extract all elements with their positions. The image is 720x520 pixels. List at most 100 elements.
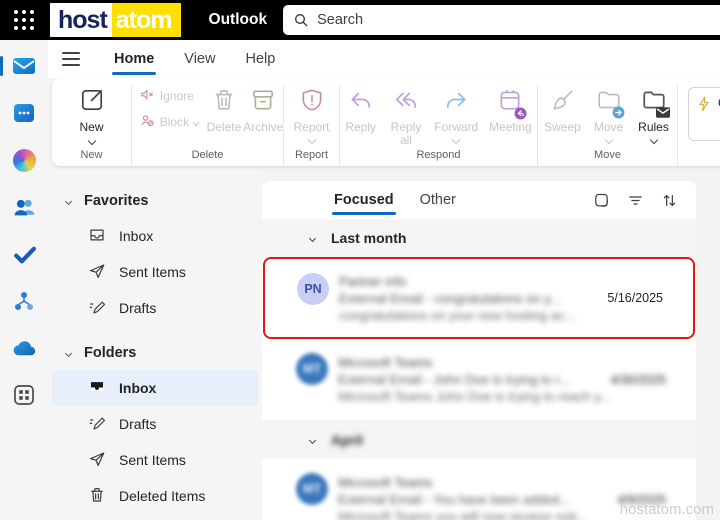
favorites-item-sent[interactable]: Sent Items	[52, 254, 258, 290]
trash-icon	[88, 486, 106, 507]
logo-host-text: host	[50, 3, 112, 37]
move-folder-icon	[596, 87, 624, 119]
email-preview: congratulations on your new hosting ac..…	[339, 307, 576, 323]
rail-todo-icon[interactable]	[0, 241, 48, 267]
rail-calendar-icon[interactable]	[0, 100, 48, 126]
avatar: PN	[297, 273, 329, 305]
group-header-april[interactable]: April	[262, 421, 696, 459]
sort-icon[interactable]	[661, 192, 678, 209]
favorites-item-inbox[interactable]: Inbox	[52, 218, 258, 254]
search-icon	[295, 14, 308, 27]
folder-item-sent[interactable]: Sent Items	[52, 442, 258, 478]
rail-mail-icon[interactable]	[0, 53, 48, 79]
move-button[interactable]: Move	[588, 85, 630, 149]
ignore-button[interactable]: Ignore	[140, 87, 199, 105]
report-button[interactable]: Report	[293, 85, 330, 149]
tab-view[interactable]: View	[182, 45, 217, 73]
report-dropdown-icon[interactable]	[307, 135, 316, 145]
avatar: MT	[296, 473, 328, 505]
ribbon-tab-row: Home View Help	[48, 40, 720, 78]
archive-button[interactable]: Archive	[243, 85, 283, 149]
email-row[interactable]: MT Microsoft Teams External Email - You …	[262, 459, 696, 520]
new-mail-button[interactable]: New	[79, 85, 105, 149]
reply-all-icon	[393, 87, 419, 118]
trash-icon	[211, 87, 237, 118]
tab-other[interactable]: Other	[420, 192, 456, 208]
forward-button[interactable]: Forward	[431, 85, 482, 149]
email-row[interactable]: MT Microsoft Teams External Email - John…	[262, 339, 696, 421]
rail-people-icon[interactable]	[0, 194, 48, 220]
app-title: Outlook	[208, 11, 268, 28]
move-dropdown-icon[interactable]	[604, 135, 613, 145]
lightning-icon	[697, 96, 711, 115]
send-icon	[88, 450, 106, 471]
search-input[interactable]	[317, 12, 518, 28]
reply-all-button[interactable]: Reply all	[383, 85, 428, 149]
folder-item-inbox[interactable]: Inbox	[52, 370, 258, 406]
chevron-down-icon	[308, 436, 317, 444]
meeting-button[interactable]: Meeting	[484, 85, 537, 149]
avatar: MT	[296, 353, 328, 385]
compose-icon	[79, 87, 105, 118]
filter-icon[interactable]	[627, 192, 644, 209]
favorites-header[interactable]: Favorites	[48, 184, 262, 218]
chevron-down-icon	[308, 234, 317, 242]
tab-focused[interactable]: Focused	[332, 192, 396, 215]
chevron-down-icon	[64, 197, 73, 205]
chevron-down-icon	[64, 349, 73, 357]
reply-button[interactable]: Reply	[340, 85, 381, 149]
email-subject: External Email - congratulations on y...	[339, 290, 561, 306]
rail-org-icon[interactable]	[0, 288, 48, 314]
folder-item-deleted[interactable]: Deleted Items	[52, 478, 258, 514]
group-label-respond: Respond	[416, 149, 461, 161]
block-button[interactable]: Block	[140, 113, 200, 131]
quick-steps-button[interactable]: Quick steps	[688, 87, 720, 141]
rules-dropdown-icon[interactable]	[649, 135, 658, 145]
sweep-button[interactable]: Sweep	[540, 85, 586, 149]
favorites-item-drafts[interactable]: Drafts	[52, 290, 258, 326]
new-dropdown-icon[interactable]	[87, 136, 96, 146]
rail-copilot-icon[interactable]	[0, 147, 48, 173]
tab-home[interactable]: Home	[112, 45, 157, 75]
ribbon-toolbar: New New Ignore Block Delete Archive Dele…	[48, 78, 720, 170]
tab-help[interactable]: Help	[243, 45, 277, 73]
inbox-icon	[88, 226, 106, 247]
app-rail	[0, 40, 48, 520]
forward-icon	[443, 87, 469, 118]
drafts-icon	[88, 414, 106, 435]
email-date: 4/30/2025	[610, 372, 666, 387]
ignore-icon	[140, 87, 155, 105]
search-bar[interactable]	[283, 5, 720, 35]
block-dropdown-icon[interactable]	[193, 118, 200, 126]
group-header-last-month[interactable]: Last month	[262, 219, 696, 257]
email-sender: Microsoft Teams	[338, 355, 433, 370]
forward-dropdown-icon[interactable]	[451, 135, 461, 145]
rules-button[interactable]: Rules	[632, 85, 676, 149]
hamburger-menu-icon[interactable]	[62, 52, 80, 66]
logo-atom-text: atom	[111, 3, 181, 37]
rail-more-apps-icon[interactable]	[0, 382, 48, 408]
group-label-report: Report	[294, 149, 329, 161]
block-icon	[140, 113, 155, 131]
broom-icon	[550, 87, 576, 118]
group-label-new: New	[80, 149, 103, 161]
delete-button[interactable]: Delete	[207, 85, 241, 149]
message-list-pane: Focused Other Last month PN Partner info…	[262, 181, 696, 520]
archive-icon	[250, 87, 276, 118]
group-label-move: Move	[594, 149, 621, 161]
send-icon	[88, 262, 106, 283]
email-sender: Partner info	[339, 273, 407, 289]
email-date: 4/9/2025	[617, 492, 666, 507]
email-row-highlighted[interactable]: PN Partner info External Email - congrat…	[263, 257, 695, 339]
inbox-filled-icon	[88, 378, 106, 399]
drafts-icon	[88, 298, 106, 319]
folders-header[interactable]: Folders	[48, 336, 262, 370]
email-preview: Microsoft Teams you will now receive not…	[338, 509, 588, 520]
rail-onedrive-icon[interactable]	[0, 335, 48, 361]
top-bar: host atom Outlook	[0, 0, 720, 40]
folder-item-drafts[interactable]: Drafts	[52, 406, 258, 442]
select-messages-icon[interactable]	[593, 192, 610, 209]
app-launcher-icon[interactable]	[10, 6, 38, 34]
shield-warning-icon	[299, 87, 325, 118]
reply-icon	[348, 87, 374, 118]
